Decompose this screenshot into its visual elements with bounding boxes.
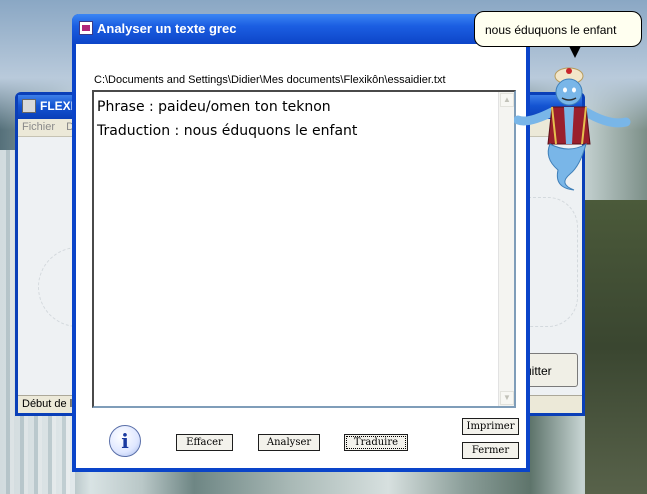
phrase-line: Phrase : paideu/omen ton teknon — [97, 99, 331, 115]
fermer-button[interactable]: Fermer — [462, 442, 519, 459]
dialog-title: Analyser un texte grec — [97, 21, 237, 36]
vertical-scrollbar[interactable]: ▲ ▼ — [498, 92, 514, 406]
menu-fichier[interactable]: Fichier — [22, 121, 55, 133]
info-icon[interactable]: i — [109, 425, 141, 457]
imprimer-button[interactable]: Imprimer — [462, 418, 519, 435]
genie-assistant-icon[interactable] — [514, 62, 634, 192]
analysis-text-area[interactable]: Phrase : paideu/omen ton teknon Traducti… — [92, 90, 516, 408]
traduction-line: Traduction : nous éduquons le enfant — [97, 123, 358, 139]
assistant-bubble-text: nous éduquons le enfant — [485, 23, 617, 37]
effacer-button[interactable]: Effacer — [176, 434, 233, 451]
app-window-icon — [79, 21, 93, 35]
scroll-down-icon[interactable]: ▼ — [500, 391, 514, 405]
background-window-title: FLEXI — [40, 99, 75, 113]
file-path: C:\Documents and Settings\Didier\Mes doc… — [94, 74, 446, 86]
assistant-speech-bubble: nous éduquons le enfant — [474, 11, 642, 58]
desktop-rock — [585, 200, 647, 494]
scroll-up-icon[interactable]: ▲ — [500, 93, 514, 107]
analyser-dialog[interactable]: Analyser un texte grec C:\Documents and … — [72, 14, 530, 472]
dialog-titlebar[interactable]: Analyser un texte grec — [72, 14, 530, 44]
traduire-button[interactable]: Traduire — [344, 434, 408, 451]
analyser-button[interactable]: Analyser — [258, 434, 320, 451]
app-window-icon — [22, 99, 36, 113]
